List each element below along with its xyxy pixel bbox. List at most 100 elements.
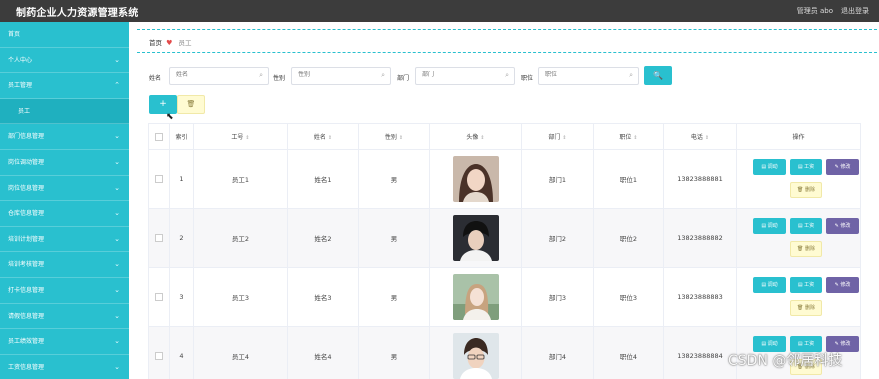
breadcrumb-home[interactable]: 首页 xyxy=(149,39,162,47)
row-checkbox[interactable] xyxy=(155,293,163,301)
header-index: 索引 xyxy=(169,123,194,150)
chevron-down-icon: ⌄ xyxy=(114,132,120,141)
edit-button[interactable]: ✎ 修改 xyxy=(826,277,859,293)
salary-button[interactable]: ▤ 工资 xyxy=(790,218,822,234)
cell-name: 姓名3 xyxy=(287,267,359,327)
name-search-field[interactable]: ⌕ xyxy=(169,67,269,85)
table-row: 1 员工1 姓名1 男 部门1 职位1 13823888881 ▤ 调动 ▤ 工… xyxy=(148,149,861,209)
edit-button[interactable]: ✎ 修改 xyxy=(826,218,859,234)
sort-icon[interactable]: ⇕ xyxy=(480,135,484,141)
row-checkbox[interactable] xyxy=(155,234,163,242)
name-search-input[interactable] xyxy=(176,71,246,78)
cell-code: 员工3 xyxy=(193,267,288,327)
edit-button[interactable]: ✎ 修改 xyxy=(826,159,859,175)
avatar xyxy=(452,156,499,202)
sort-icon[interactable]: ⇕ xyxy=(328,135,332,141)
chevron-down-icon: ⌄ xyxy=(114,157,120,166)
cell-post: 职位1 xyxy=(593,149,664,209)
sort-icon[interactable]: ⇕ xyxy=(399,135,403,141)
sidebar: 首页 个人中心 ⌄ 员工管理 ⌃ 员工 部门信息管理 ⌄ 岗位调动管理 ⌄ 岗位信息管理… xyxy=(0,22,129,379)
filter-dept-label: 部门 xyxy=(397,75,410,82)
sort-icon[interactable]: ⇕ xyxy=(633,135,637,141)
post-search-field[interactable]: ⌕ xyxy=(538,67,639,85)
chevron-down-icon: ⌄ xyxy=(114,337,120,346)
plus-icon: + xyxy=(159,99,167,109)
avatar xyxy=(452,215,499,261)
sidebar-item-post[interactable]: 岗位信息管理 ⌄ xyxy=(0,176,129,202)
sidebar-item-label: 请假信息管理 xyxy=(8,312,45,320)
employee-table: 索引 工号 ⇕ 姓名 ⇕ 性别 ⇕ 头像 ⇕ 部门 ⇕ 职位 ⇕ 电话 ⇕ 操作 1 员工1 … xyxy=(148,123,861,379)
current-user: 管理员 abo xyxy=(796,7,833,15)
mouse-cursor-icon: ⬉ xyxy=(166,112,174,122)
cell-dept: 部门4 xyxy=(521,326,594,379)
delete-button[interactable]: 🗑 删除 xyxy=(790,300,822,316)
sidebar-item-salary[interactable]: 工资信息管理 ⌄ xyxy=(0,355,129,379)
sidebar-item-employee-mgmt[interactable]: 员工管理 ⌃ xyxy=(0,73,129,99)
transfer-button[interactable]: ▤ 调动 xyxy=(753,159,786,175)
cell-phone: 13823888881 xyxy=(663,149,737,209)
post-search-input[interactable] xyxy=(545,71,615,78)
dept-search-field[interactable]: ⌕ xyxy=(415,67,515,85)
sidebar-item-clockin[interactable]: 打卡信息管理 ⌄ xyxy=(0,278,129,304)
sidebar-item-employee[interactable]: 员工 xyxy=(0,98,129,125)
sidebar-item-transfer[interactable]: 岗位调动管理 ⌄ xyxy=(0,150,129,176)
cell-code: 员工2 xyxy=(193,208,288,268)
search-button[interactable]: 🔍 xyxy=(644,66,672,85)
cell-name: 姓名4 xyxy=(287,326,359,379)
cell-gender: 男 xyxy=(358,326,430,379)
chevron-down-icon: ⌄ xyxy=(114,209,120,218)
header-avatar[interactable]: 头像 ⇕ xyxy=(429,123,522,150)
sidebar-item-training-plan[interactable]: 培训计划管理 ⌄ xyxy=(0,227,129,253)
salary-button[interactable]: ▤ 工资 xyxy=(790,277,822,293)
delete-button[interactable]: 🗑 删除 xyxy=(790,182,822,198)
sort-icon[interactable]: ⇕ xyxy=(562,135,566,141)
header-phone[interactable]: 电话 ⇕ xyxy=(663,123,737,150)
sidebar-item-home[interactable]: 首页 xyxy=(0,22,129,48)
gender-search-input[interactable] xyxy=(298,71,368,78)
header-name[interactable]: 姓名 ⇕ xyxy=(287,123,359,150)
sort-icon[interactable]: ⇕ xyxy=(705,135,709,141)
sidebar-item-warehouse[interactable]: 仓库信息管理 ⌄ xyxy=(0,201,129,227)
table-row: 2 员工2 姓名2 男 部门2 职位2 13823888882 ▤ 调动 ▤ 工… xyxy=(148,208,861,268)
cell-gender: 男 xyxy=(358,149,430,209)
chevron-down-icon: ⌄ xyxy=(114,362,120,371)
table-header-row: 索引 工号 ⇕ 姓名 ⇕ 性别 ⇕ 头像 ⇕ 部门 ⇕ 职位 ⇕ 电话 ⇕ 操作 xyxy=(148,123,861,150)
cell-phone: 13823888882 xyxy=(663,208,737,268)
salary-button[interactable]: ▤ 工资 xyxy=(790,159,822,175)
sidebar-item-dept[interactable]: 部门信息管理 ⌄ xyxy=(0,124,129,150)
row-checkbox[interactable] xyxy=(155,352,163,360)
sidebar-item-label: 岗位调动管理 xyxy=(8,158,45,166)
header-select-all[interactable] xyxy=(148,123,170,150)
transfer-button[interactable]: ▤ 调动 xyxy=(753,277,786,293)
header-post[interactable]: 职位 ⇕ xyxy=(593,123,664,150)
gender-search-field[interactable]: ⌕ xyxy=(291,67,391,85)
sidebar-item-training-exam[interactable]: 培训考核管理 ⌄ xyxy=(0,252,129,278)
sidebar-item-personal[interactable]: 个人中心 ⌄ xyxy=(0,48,129,74)
checkbox[interactable] xyxy=(155,132,163,141)
cell-post: 职位3 xyxy=(593,267,664,327)
breadcrumb-current: 员工 xyxy=(178,39,192,47)
row-checkbox[interactable] xyxy=(155,175,163,183)
header-code[interactable]: 工号 ⇕ xyxy=(193,123,288,150)
sidebar-item-label: 部门信息管理 xyxy=(8,133,45,141)
sidebar-item-performance[interactable]: 员工绩效管理 ⌄ xyxy=(0,329,129,355)
sort-icon[interactable]: ⇕ xyxy=(245,135,249,141)
cell-dept: 部门2 xyxy=(521,208,594,268)
cell-index: 3 xyxy=(169,267,194,327)
breadcrumb: 首页 ♥ 员工 xyxy=(149,37,191,47)
sidebar-item-label: 岗位信息管理 xyxy=(8,184,45,192)
sidebar-item-leave[interactable]: 请假信息管理 ⌄ xyxy=(0,304,129,330)
sidebar-item-label: 培训考核管理 xyxy=(8,261,45,269)
transfer-button[interactable]: ▤ 调动 xyxy=(753,218,786,234)
trash-icon: 🗑 xyxy=(797,246,805,252)
header-gender[interactable]: 性别 ⇕ xyxy=(358,123,430,150)
logout-link[interactable]: 退出登录 xyxy=(841,6,869,16)
header-dept[interactable]: 部门 ⇕ xyxy=(521,123,594,150)
batch-delete-button[interactable]: 🗑 xyxy=(177,95,205,114)
search-icon: ⌕ xyxy=(629,71,633,79)
dept-search-input[interactable] xyxy=(422,71,492,78)
header-actions: 操作 xyxy=(736,123,861,150)
search-icon: 🔍 xyxy=(653,71,663,80)
top-bar: 制药企业人力资源管理系统 管理员 abo 退出登录 xyxy=(0,0,879,22)
delete-button[interactable]: 🗑 删除 xyxy=(790,241,822,257)
